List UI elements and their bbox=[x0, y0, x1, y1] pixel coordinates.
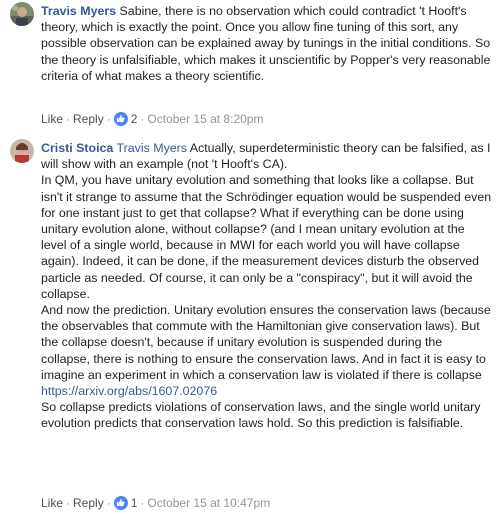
separator-dot: · bbox=[140, 496, 145, 510]
mention-link[interactable]: Travis Myers bbox=[117, 141, 187, 155]
like-link[interactable]: Like bbox=[41, 112, 63, 126]
avatar[interactable] bbox=[10, 2, 34, 26]
comment-text: Actually, superdeterministic theory can … bbox=[41, 141, 492, 382]
reaction-count[interactable]: 1 bbox=[113, 496, 137, 510]
separator-dot: · bbox=[66, 112, 71, 126]
separator-dot: · bbox=[140, 112, 145, 126]
timestamp[interactable]: October 15 at 10:47pm bbox=[147, 496, 270, 510]
separator-dot: · bbox=[106, 112, 111, 126]
like-link[interactable]: Like bbox=[41, 496, 63, 510]
author-name[interactable]: Cristi Stoica bbox=[41, 141, 113, 155]
avatar[interactable] bbox=[10, 139, 34, 163]
thumbs-up-icon bbox=[113, 496, 128, 510]
separator-dot: · bbox=[106, 496, 111, 510]
timestamp[interactable]: October 15 at 8:20pm bbox=[147, 112, 263, 126]
separator-dot: · bbox=[66, 496, 71, 510]
author-name[interactable]: Travis Myers bbox=[41, 4, 116, 18]
profile-photo-icon bbox=[10, 2, 34, 26]
comment-body: Travis Myers Sabine, there is no observa… bbox=[41, 3, 493, 84]
thumbs-up-icon bbox=[113, 112, 128, 126]
reply-link[interactable]: Reply bbox=[73, 112, 104, 126]
reply-link[interactable]: Reply bbox=[73, 496, 104, 510]
comment-text: So collapse predicts violations of conse… bbox=[41, 400, 481, 431]
comment-actions: Like · Reply · 2 · October 15 at 8:20pm bbox=[41, 111, 263, 127]
comment-body: Cristi Stoica Travis Myers Actually, sup… bbox=[41, 140, 493, 432]
profile-photo-icon bbox=[10, 139, 34, 163]
reaction-count[interactable]: 2 bbox=[113, 112, 137, 126]
arxiv-link[interactable]: https://arxiv.org/abs/1607.02076 bbox=[41, 384, 217, 398]
comment-actions: Like · Reply · 1 · October 15 at 10:47pm bbox=[41, 495, 270, 511]
